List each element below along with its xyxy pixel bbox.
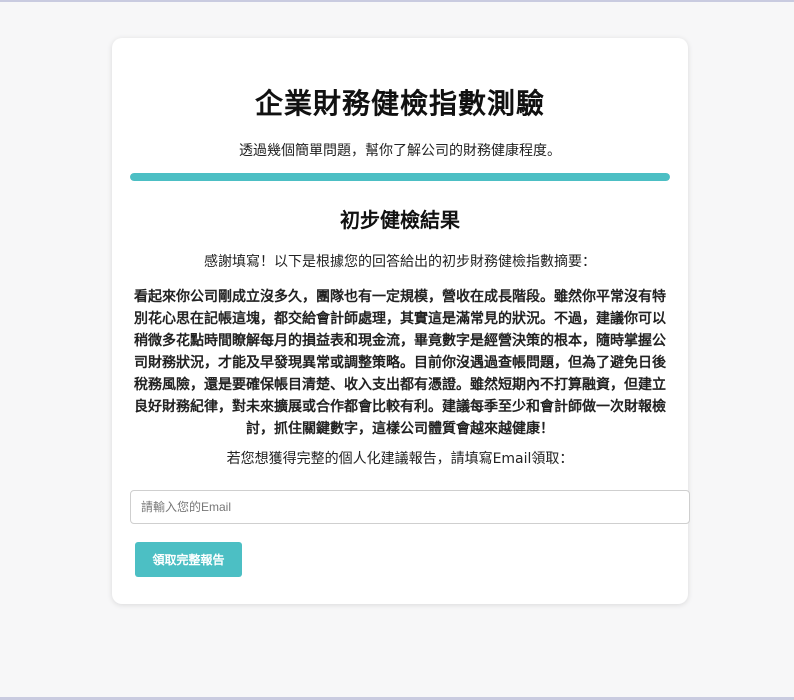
result-heading: 初步健檢結果 (340, 208, 460, 232)
result-summary: 看起來你公司剛成立沒多久，團隊也有一定規模，營收在成長階段。雖然你平常沒有特別花… (134, 289, 666, 437)
result-intro: 感謝填寫！以下是根據您的回答給出的初步財務健檢指數摘要： (204, 254, 596, 270)
email-prompt: 若您想獲得完整的個人化建議報告，請填寫Email領取： (226, 451, 574, 467)
email-input[interactable] (130, 490, 690, 524)
page-subtitle: 透過幾個簡單問題，幫你了解公司的財務健康程度。 (239, 143, 561, 159)
get-full-report-button[interactable]: 領取完整報告 (135, 542, 242, 577)
progress-bar (130, 173, 670, 181)
progress-bar-fill (130, 173, 670, 181)
quiz-card: 企業財務健檢指數測驗 透過幾個簡單問題，幫你了解公司的財務健康程度。 初步健檢結… (112, 38, 690, 604)
page-title: 企業財務健檢指數測驗 (254, 87, 545, 120)
